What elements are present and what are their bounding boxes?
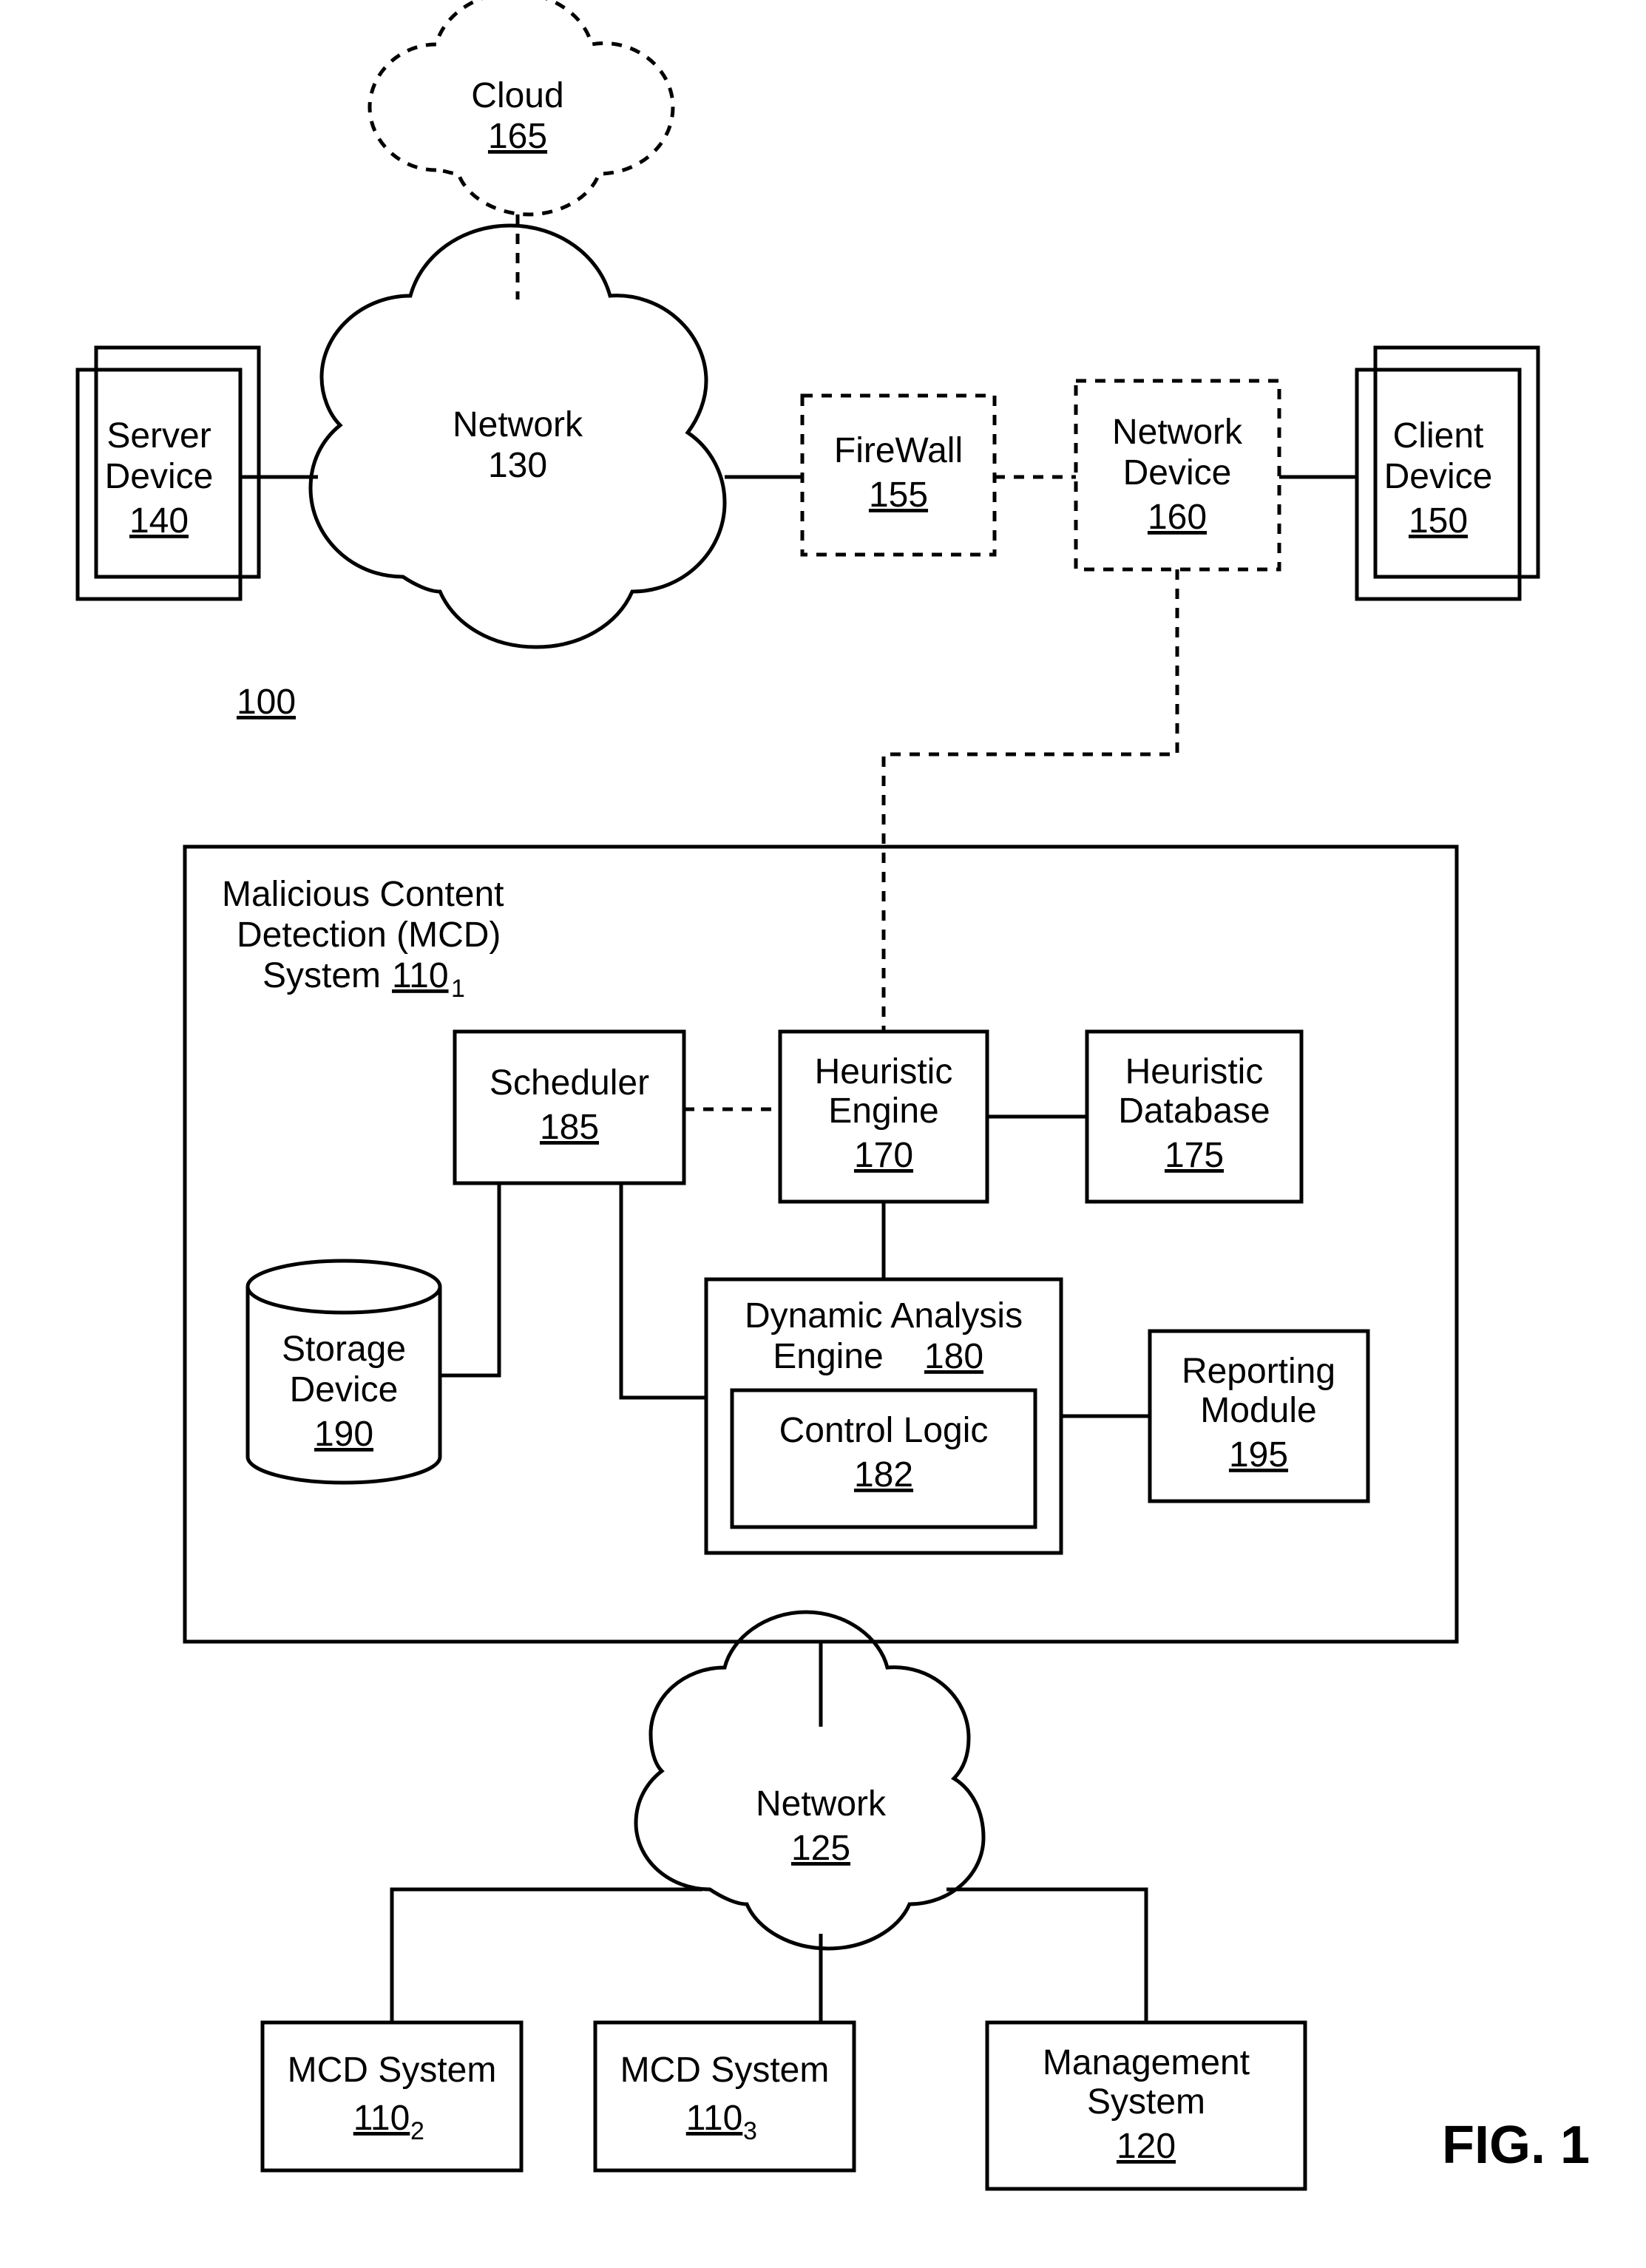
heuristic-db-ref: 175 xyxy=(1165,1136,1224,1175)
figure-label: FIG. 1 xyxy=(1442,2116,1590,2175)
firewall-ref: 155 xyxy=(869,475,928,515)
client-device-ref: 150 xyxy=(1409,501,1468,541)
dyn-label2: Engine xyxy=(773,1337,883,1376)
network-device-box: Network Device 160 xyxy=(1076,381,1279,569)
mcd2-ref: 110 xyxy=(353,2099,410,2138)
network-bottom-ref: 125 xyxy=(791,1829,850,1868)
control-ref: 182 xyxy=(854,1455,913,1494)
dyn-label1: Dynamic Analysis xyxy=(745,1296,1023,1336)
storage-label2: Device xyxy=(290,1370,399,1409)
network-bottom-label: Network xyxy=(756,1784,887,1824)
storage-label1: Storage xyxy=(282,1330,406,1369)
storage-device: Storage Device 190 xyxy=(248,1261,440,1483)
mgmt-ref: 120 xyxy=(1117,2127,1176,2166)
mcd3-sub: 3 xyxy=(743,2117,757,2145)
scheduler-label: Scheduler xyxy=(490,1063,649,1103)
mcd-system-2-box: MCD System 110 2 xyxy=(263,2022,521,2170)
mcd-label1: Malicious Content xyxy=(222,875,504,914)
network-bottom-cloud: Network 125 xyxy=(636,1612,983,1949)
mcd-sub: 1 xyxy=(451,975,465,1003)
server-device-ref: 140 xyxy=(129,501,189,541)
cloud-top-ref: 165 xyxy=(488,117,547,156)
firewall-label: FireWall xyxy=(834,431,963,470)
mcd3-label: MCD System xyxy=(620,2051,830,2090)
storage-ref: 190 xyxy=(314,1415,373,1454)
network-main-cloud: Network 130 xyxy=(311,226,725,647)
mcd2-sub: 2 xyxy=(410,2117,424,2145)
mcd3-ref: 110 xyxy=(686,2099,743,2138)
dyn-ref: 180 xyxy=(924,1337,983,1376)
firewall-box: FireWall 155 xyxy=(802,396,995,555)
network-device-ref: 160 xyxy=(1148,498,1207,537)
mcd-label2: Detection (MCD) xyxy=(237,915,501,955)
reporting-label1: Reporting xyxy=(1182,1352,1335,1391)
heuristic-engine-box: Heuristic Engine 170 xyxy=(780,1032,987,1202)
heuristic-engine-label2: Engine xyxy=(828,1091,938,1131)
server-device-label2: Device xyxy=(105,457,214,496)
heuristic-engine-ref: 170 xyxy=(854,1136,913,1175)
system-ref: 100 xyxy=(237,683,296,722)
mgmt-label2: System xyxy=(1087,2082,1205,2122)
heuristic-db-box: Heuristic Database 175 xyxy=(1087,1032,1301,1202)
reporting-ref: 195 xyxy=(1229,1435,1288,1475)
heuristic-db-label1: Heuristic xyxy=(1125,1052,1264,1091)
dynamic-analysis-box: Dynamic Analysis Engine 180 Control Logi… xyxy=(706,1279,1061,1553)
scheduler-ref: 185 xyxy=(540,1108,599,1147)
control-label: Control Logic xyxy=(779,1411,989,1450)
client-device-label2: Device xyxy=(1384,457,1493,496)
network-main-label: Network xyxy=(453,405,583,444)
management-system-box: Management System 120 xyxy=(987,2022,1305,2189)
mcd-system-3-box: MCD System 110 3 xyxy=(595,2022,854,2170)
network-device-label2: Device xyxy=(1123,453,1232,492)
mgmt-label1: Management xyxy=(1043,2043,1250,2082)
network-device-label1: Network xyxy=(1112,413,1243,452)
client-device-label1: Client xyxy=(1393,416,1484,456)
reporting-label2: Module xyxy=(1200,1391,1316,1430)
server-device: Server Device 140 xyxy=(78,348,259,599)
cloud-top: Cloud 165 xyxy=(370,0,673,299)
mcd-ref: 110 xyxy=(392,956,449,995)
reporting-module-box: Reporting Module 195 xyxy=(1150,1331,1368,1501)
heuristic-engine-label1: Heuristic xyxy=(815,1052,953,1091)
scheduler-box: Scheduler 185 xyxy=(455,1032,684,1183)
cloud-top-label: Cloud xyxy=(471,76,563,115)
server-device-label1: Server xyxy=(106,416,211,456)
network-main-ref: 130 xyxy=(488,446,547,485)
mcd-label3a: System xyxy=(263,956,381,995)
mcd2-label: MCD System xyxy=(288,2051,497,2090)
heuristic-db-label2: Database xyxy=(1118,1091,1270,1131)
client-device: Client Device 150 xyxy=(1357,348,1538,599)
